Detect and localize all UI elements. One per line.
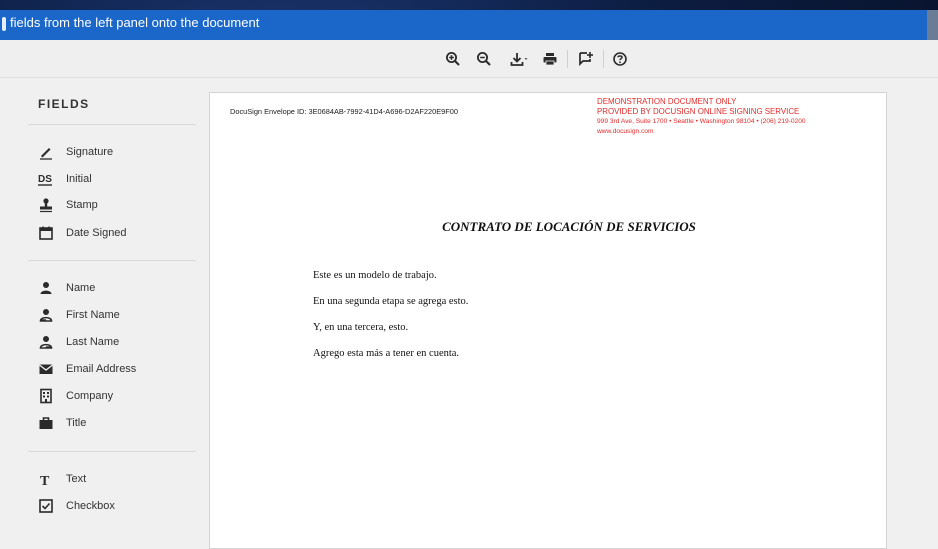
zoom-out-icon [477, 52, 491, 66]
document-page[interactable]: DocuSign Envelope ID: 3E0684AB-7992-41D4… [209, 92, 887, 549]
zoom-in-icon [446, 52, 460, 66]
svg-text:T: T [40, 474, 50, 487]
help-icon [613, 52, 627, 66]
text-t-icon: T [38, 471, 54, 487]
zoom-out-button[interactable] [474, 48, 494, 70]
envelope-icon [38, 361, 54, 377]
demo-line: www.docusign.com [597, 128, 654, 135]
fields-divider [28, 124, 196, 125]
print-icon [543, 53, 557, 66]
field-label: Date Signed [66, 227, 127, 239]
add-comment-icon [579, 52, 593, 67]
field-last-name[interactable]: Last Name [38, 332, 119, 352]
field-label: Last Name [66, 336, 120, 348]
field-label: Name [66, 282, 96, 294]
field-company[interactable]: Company [38, 386, 113, 406]
briefcase-icon [38, 415, 54, 431]
right-gutter [888, 79, 938, 549]
fields-divider [28, 451, 196, 452]
field-label: Checkbox [66, 500, 115, 512]
field-first-name[interactable]: First Name [38, 305, 120, 325]
download-button[interactable] [504, 48, 534, 70]
banner-text: fields from the left panel onto the docu… [10, 15, 260, 30]
person-icon [38, 280, 54, 296]
checkbox-icon [38, 498, 54, 514]
building-icon [38, 388, 54, 404]
person-last-icon [38, 334, 54, 350]
window-scrollbar[interactable] [927, 10, 938, 40]
instruction-banner: fields from the left panel onto the docu… [0, 10, 927, 40]
demo-notice: DEMONSTRATION DOCUMENT ONLY PROVIDED BY … [597, 97, 806, 137]
field-label: Title [66, 417, 87, 429]
field-label: Signature [66, 146, 114, 158]
toolbar-separator [567, 50, 568, 68]
zoom-in-button[interactable] [443, 48, 463, 70]
calendar-icon [38, 225, 54, 241]
field-label: First Name [66, 309, 120, 321]
field-label: Company [66, 390, 114, 402]
field-label: Stamp [66, 199, 98, 211]
document-paragraph: Este es un modelo de trabajo. [313, 270, 437, 281]
fields-heading: FIELDS [38, 97, 90, 111]
field-label: Text [66, 473, 87, 485]
document-toolbar [0, 40, 938, 78]
demo-line: PROVIDED BY DOCUSIGN ONLINE SIGNING SERV… [597, 107, 800, 116]
docusign-window: fields from the left panel onto the docu… [0, 10, 938, 549]
field-title[interactable]: Title [38, 413, 86, 433]
stamp-icon [38, 197, 54, 213]
document-paragraph: Agrego esta más a tener en cuenta. [313, 348, 460, 359]
field-label: Email Address [66, 363, 137, 375]
signature-pen-icon [38, 144, 54, 160]
field-name[interactable]: Name [38, 278, 95, 298]
demo-line: 999 3rd Ave, Suite 1700 • Seattle • Wash… [597, 118, 806, 125]
download-icon [510, 53, 528, 66]
banner-marker [2, 17, 6, 31]
print-button[interactable] [540, 48, 560, 70]
field-checkbox[interactable]: Checkbox [38, 496, 115, 516]
document-title: CONTRATO DE LOCACIÓN DE SERVICIOS [442, 219, 696, 234]
field-label: Initial [66, 173, 92, 185]
field-text[interactable]: T Text [38, 469, 86, 489]
help-button[interactable] [610, 48, 630, 70]
fields-panel: FIELDS Signature DS Initial Stamp Date S… [0, 79, 208, 549]
person-first-icon [38, 307, 54, 323]
document-paragraph: Y, en una tercera, esto. [313, 322, 409, 333]
demo-line: DEMONSTRATION DOCUMENT ONLY [597, 97, 737, 106]
fields-divider [28, 260, 196, 261]
field-date-signed[interactable]: Date Signed [38, 223, 127, 243]
document-paragraph: En una segunda etapa se agrega esto. [313, 296, 469, 307]
field-stamp[interactable]: Stamp [38, 195, 98, 215]
envelope-id: DocuSign Envelope ID: 3E0684AB-7992-41D4… [230, 107, 459, 116]
field-email-address[interactable]: Email Address [38, 359, 136, 379]
add-comment-button[interactable] [576, 48, 596, 70]
svg-text:DS: DS [38, 174, 52, 185]
toolbar-separator [603, 50, 604, 68]
field-initial[interactable]: DS Initial [38, 169, 92, 189]
initial-ds-icon: DS [38, 171, 54, 187]
field-signature[interactable]: Signature [38, 142, 113, 162]
